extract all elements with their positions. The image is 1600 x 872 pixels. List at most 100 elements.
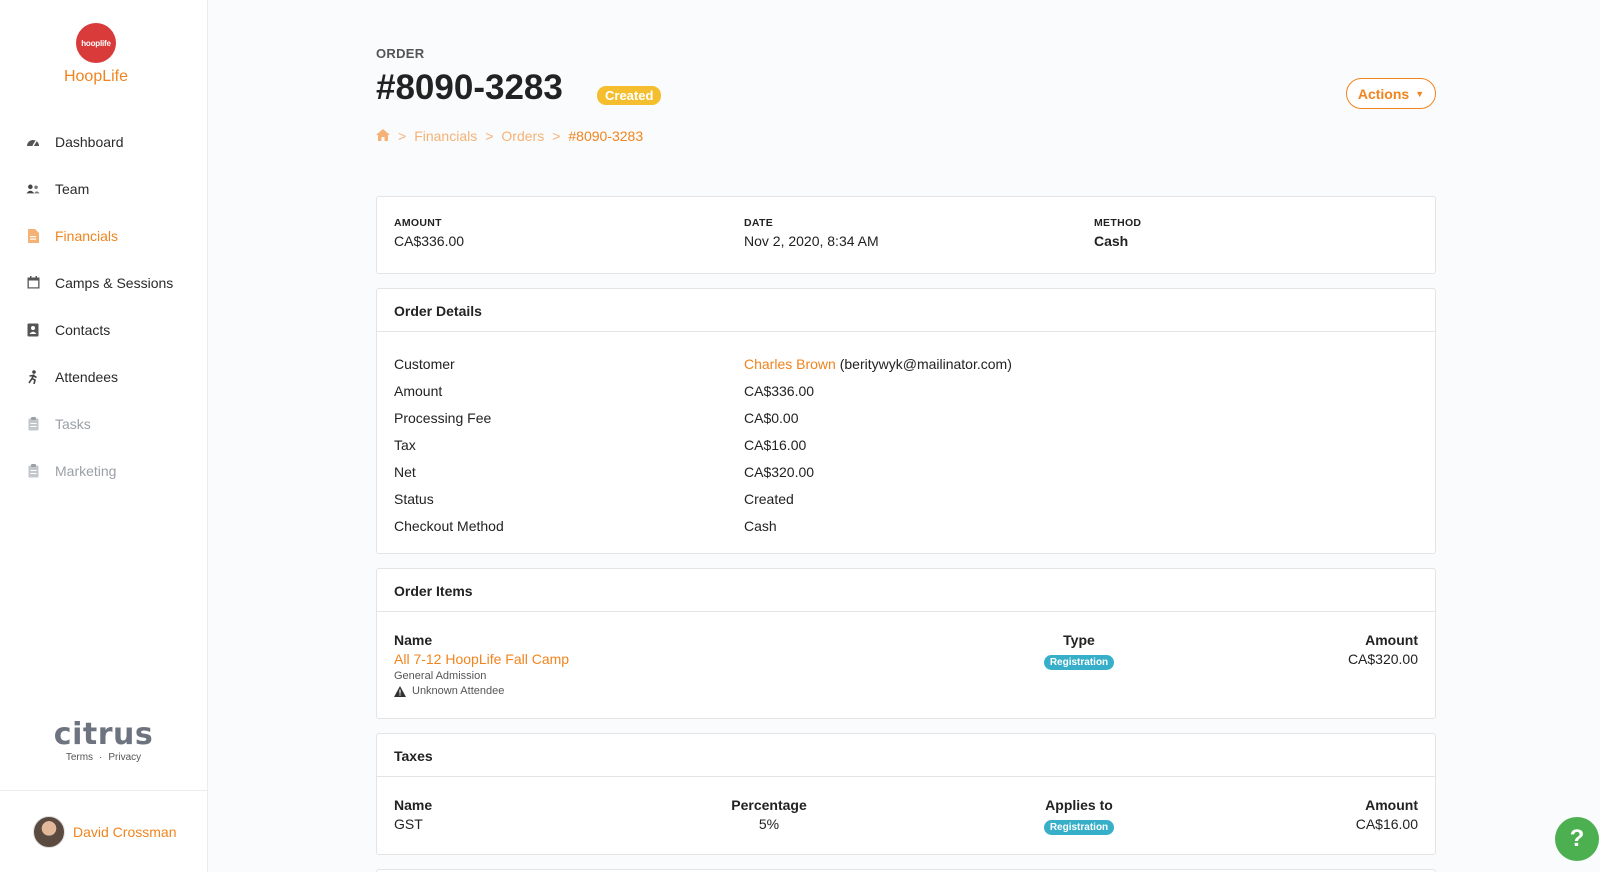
- breadcrumb-separator: >: [485, 128, 494, 144]
- order-details-title: Order Details: [377, 289, 1435, 332]
- item-attendee-warning: Unknown Attendee: [394, 685, 569, 697]
- amount-label: AMOUNT: [394, 217, 442, 229]
- actions-label: Actions: [1357, 85, 1410, 102]
- footer-links: Terms · Privacy: [0, 752, 207, 763]
- detail-key: Net: [394, 463, 416, 480]
- sidebar-item-camps-sessions[interactable]: Camps & Sessions: [0, 259, 207, 306]
- detail-key: Tax: [394, 436, 416, 453]
- file-invoice-icon: [26, 228, 40, 243]
- table-row: All 7-12 HoopLife Fall Camp General Admi…: [394, 651, 569, 697]
- brand[interactable]: hooplife HoopLife: [0, 23, 192, 86]
- detail-value: CA$16.00: [744, 436, 807, 453]
- customer-email: (beritywyk@mailinator.com): [839, 355, 1012, 372]
- breadcrumb-separator: >: [552, 128, 561, 144]
- help-button[interactable]: ?: [1555, 817, 1599, 861]
- gauge-icon: [26, 135, 40, 149]
- method-label: METHOD: [1094, 217, 1142, 229]
- detail-value: Charles Brown (beritywyk@mailinator.com): [744, 356, 1012, 372]
- sidebar-item-label: Financials: [55, 227, 119, 244]
- users-icon: [26, 182, 40, 196]
- applies-badge: Registration: [1043, 820, 1115, 835]
- detail-row: Tax CA$16.00: [394, 431, 1418, 458]
- col-header-name: Name: [394, 797, 433, 813]
- detail-row-customer: Customer Charles Brown (beritywyk@mailin…: [394, 350, 1418, 377]
- citrus-logo: citrus: [53, 717, 154, 752]
- detail-key: Amount: [394, 382, 443, 399]
- calendar-icon: [26, 276, 40, 290]
- sidebar-item-marketing[interactable]: Marketing: [0, 447, 207, 494]
- address-book-icon: [26, 323, 40, 337]
- breadcrumb: > Financials > Orders > #8090-3283: [376, 128, 643, 144]
- clipboard-icon: [26, 463, 40, 478]
- breadcrumb-financials[interactable]: Financials: [414, 128, 477, 144]
- citrus-footer: citrus Terms · Privacy: [0, 717, 207, 764]
- detail-row: Processing Fee CA$0.00: [394, 404, 1418, 431]
- order-items-title: Order Items: [377, 569, 1435, 612]
- customer-link[interactable]: Charles Brown: [744, 356, 836, 372]
- order-items-card: Order Items Name Type Amount All 7-12 Ho…: [376, 568, 1436, 719]
- sidebar-item-team[interactable]: Team: [0, 165, 207, 212]
- taxes-card: Taxes Name Percentage Applies to Amount …: [376, 733, 1436, 855]
- breadcrumb-separator: >: [398, 128, 407, 144]
- summary-amount: AMOUNT CA$336.00: [394, 217, 464, 249]
- detail-row: Checkout Method Cash: [394, 512, 1418, 539]
- status-badge: Created: [597, 86, 662, 105]
- tax-percentage: 5%: [758, 816, 780, 832]
- avatar: [33, 815, 65, 848]
- breadcrumb-current: #8090-3283: [568, 128, 644, 144]
- brand-name: HoopLife: [63, 68, 129, 85]
- caret-down-icon: ▼: [1415, 88, 1425, 99]
- user-menu[interactable]: David Crossman: [0, 790, 207, 872]
- col-header-name: Name: [394, 632, 433, 648]
- detail-value: CA$336.00: [744, 382, 815, 399]
- user-name: David Crossman: [73, 823, 177, 840]
- detail-row: Net CA$320.00: [394, 458, 1418, 485]
- detail-row: Status Created: [394, 485, 1418, 512]
- method-value: Cash: [1094, 233, 1129, 249]
- item-type-cell: Registration: [1004, 652, 1154, 670]
- order-summary-card: AMOUNT CA$336.00 DATE Nov 2, 2020, 8:34 …: [376, 196, 1436, 274]
- running-icon: [26, 369, 40, 384]
- sidebar-item-label: Contacts: [55, 321, 111, 338]
- date-label: DATE: [744, 217, 774, 229]
- sidebar-item-contacts[interactable]: Contacts: [0, 306, 207, 353]
- col-header-type: Type: [1063, 632, 1095, 648]
- clipboard-icon: [26, 416, 40, 431]
- col-header-percentage: Percentage: [731, 797, 807, 813]
- home-icon[interactable]: [376, 128, 390, 144]
- detail-key: Checkout Method: [394, 517, 504, 534]
- item-amount: CA$320.00: [1347, 651, 1418, 667]
- sidebar-item-attendees[interactable]: Attendees: [0, 353, 207, 400]
- taxes-title: Taxes: [377, 734, 1435, 777]
- item-name-link[interactable]: All 7-12 HoopLife Fall Camp: [394, 651, 569, 667]
- tax-applies-cell: Registration: [1004, 817, 1154, 835]
- warning-icon: [394, 685, 406, 697]
- terms-link[interactable]: Terms: [66, 752, 93, 763]
- sidebar-item-label: Marketing: [55, 462, 117, 479]
- sidebar-item-dashboard[interactable]: Dashboard: [0, 118, 207, 165]
- detail-value: Created: [744, 490, 794, 507]
- type-badge: Registration: [1043, 655, 1115, 670]
- summary-method: METHOD Cash: [1094, 217, 1141, 249]
- amount-value: CA$336.00: [394, 233, 465, 249]
- privacy-link[interactable]: Privacy: [108, 752, 141, 763]
- sidebar-item-financials[interactable]: Financials: [0, 212, 207, 259]
- sidebar-item-label: Dashboard: [55, 133, 124, 150]
- page-eyebrow: ORDER: [376, 46, 425, 61]
- breadcrumb-orders[interactable]: Orders: [501, 128, 544, 144]
- date-value: Nov 2, 2020, 8:34 AM: [744, 233, 879, 249]
- item-ticket-type: General Admission: [394, 670, 487, 682]
- detail-value: Cash: [744, 517, 777, 534]
- detail-key: Customer: [394, 355, 455, 372]
- detail-value: CA$0.00: [744, 409, 799, 426]
- detail-row: Amount CA$336.00: [394, 377, 1418, 404]
- detail-key: Status: [394, 490, 434, 507]
- actions-button[interactable]: Actions ▼: [1346, 78, 1436, 109]
- summary-date: DATE Nov 2, 2020, 8:34 AM: [744, 217, 879, 249]
- sidebar: hooplife HoopLife Dashboard Team Financi…: [0, 0, 208, 872]
- order-details-rows: Customer Charles Brown (beritywyk@mailin…: [377, 332, 1435, 539]
- detail-key: Processing Fee: [394, 409, 492, 426]
- sidebar-item-tasks[interactable]: Tasks: [0, 400, 207, 447]
- footer-dot: ·: [99, 752, 103, 763]
- sidebar-item-label: Camps & Sessions: [55, 274, 174, 291]
